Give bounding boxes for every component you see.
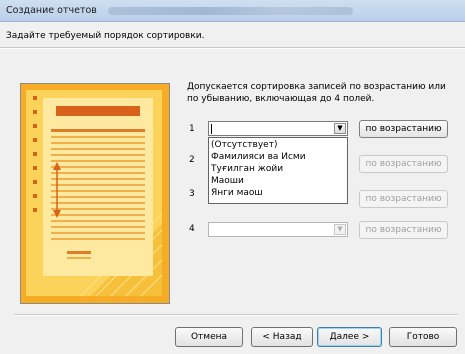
window-title: Создание отчетов — [6, 5, 97, 16]
sort-field-4-combo[interactable]: ▼ — [208, 222, 348, 237]
dropdown-option[interactable]: Янги маош — [211, 188, 263, 199]
blurred-title-text — [108, 7, 353, 15]
sort-field-number-4: 4 — [189, 224, 195, 234]
dropdown-option[interactable]: Маоши — [211, 176, 244, 187]
cancel-button[interactable]: Отмена — [175, 327, 243, 347]
sort-description: Допускается сортировка записей по возрас… — [187, 82, 446, 104]
sort-field-number-1: 1 — [189, 124, 195, 134]
footer-divider — [14, 314, 458, 316]
sort-order-button-2[interactable]: по возрастанию — [359, 155, 448, 173]
sort-field-dropdown-list[interactable]: (Отсутствует) Фамилияси ва Исми Туғилган… — [208, 137, 348, 204]
dropdown-option[interactable]: Фамилияси ва Исми — [211, 152, 306, 163]
sort-order-button-4[interactable]: по возрастанию — [359, 221, 448, 239]
header-divider — [0, 47, 465, 49]
sort-field-1-combo[interactable]: ▼ — [208, 121, 348, 136]
back-button[interactable]: < Назад — [251, 327, 313, 347]
title-bar[interactable]: Создание отчетов — [0, 0, 465, 22]
dropdown-option[interactable]: Туғилган жойи — [211, 164, 283, 175]
sort-field-number-3: 3 — [189, 189, 195, 199]
sort-field-number-2: 2 — [189, 155, 195, 165]
finish-button[interactable]: Готово — [389, 327, 457, 347]
sort-illustration — [20, 83, 170, 304]
chevron-down-icon[interactable]: ▼ — [334, 123, 346, 134]
wizard-prompt: Задайте требуемый порядок сортировки. — [6, 31, 205, 41]
chevron-down-icon[interactable]: ▼ — [334, 224, 346, 235]
sort-order-button-3[interactable]: по возрастанию — [359, 190, 448, 208]
sort-order-button-1[interactable]: по возрастанию — [359, 120, 448, 138]
report-sort-illustration-icon — [21, 84, 169, 303]
next-button[interactable]: Далее > — [317, 327, 382, 347]
text-caret — [211, 124, 212, 134]
dropdown-option[interactable]: (Отсутствует) — [211, 140, 277, 151]
